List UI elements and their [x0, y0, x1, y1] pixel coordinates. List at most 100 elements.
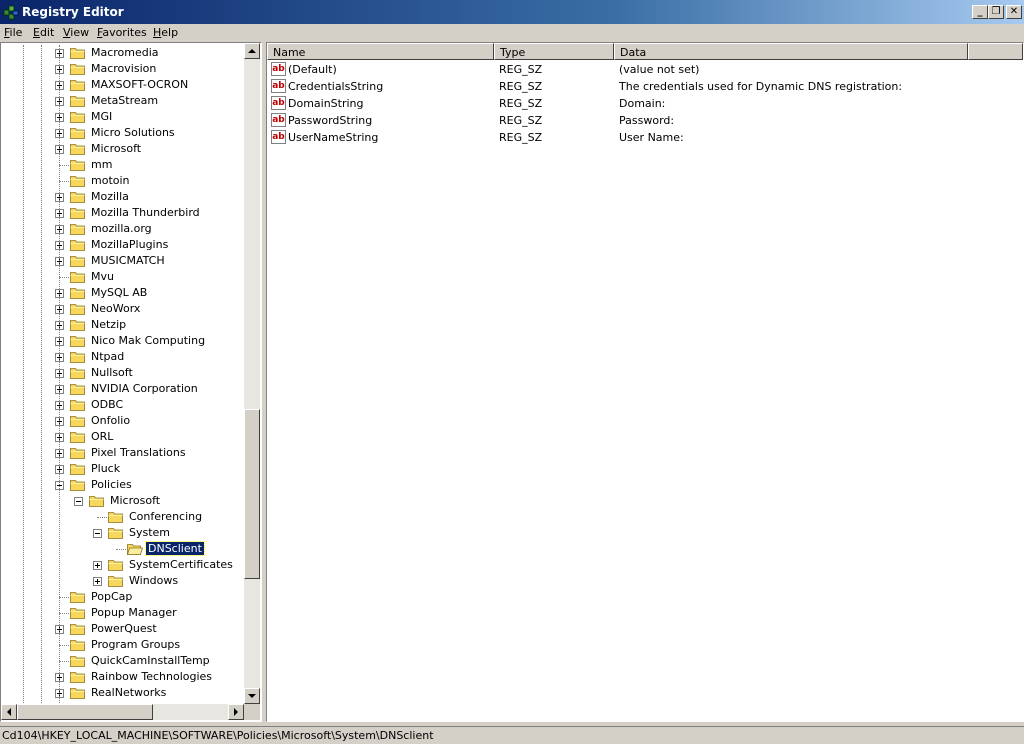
- tree-connector: [97, 517, 107, 519]
- tree-item-label: Macrovision: [91, 62, 157, 75]
- tree-item[interactable]: Nullsoft: [1, 365, 244, 381]
- expand-icon[interactable]: [93, 561, 102, 570]
- list-row[interactable]: ab (Default) REG_SZ (value not set): [267, 61, 1023, 78]
- tree-item[interactable]: Conferencing: [1, 509, 244, 525]
- tree-item[interactable]: Micro Solutions: [1, 125, 244, 141]
- folder-icon: [108, 528, 123, 539]
- tree-item[interactable]: Nico Mak Computing: [1, 333, 244, 349]
- tree-item[interactable]: mozilla.org: [1, 221, 244, 237]
- tree-item-label: Pluck: [91, 462, 121, 475]
- tree-item[interactable]: Macrovision: [1, 61, 244, 77]
- string-value-icon: ab: [271, 96, 286, 110]
- folder-icon: [70, 368, 85, 379]
- tree-item[interactable]: Microsoft: [1, 141, 244, 157]
- tree-item[interactable]: MGI: [1, 109, 244, 125]
- menu-edit[interactable]: Edit: [33, 26, 54, 39]
- restore-button[interactable]: ❐: [988, 5, 1004, 19]
- tree-item-label: Pixel Translations: [91, 446, 186, 459]
- folder-icon: [70, 416, 85, 427]
- tree-item[interactable]: MUSICMATCH: [1, 253, 244, 269]
- tree-item[interactable]: Onfolio: [1, 413, 244, 429]
- folder-icon: [70, 64, 85, 75]
- tree-item[interactable]: Ntpad: [1, 349, 244, 365]
- folder-icon: [70, 352, 85, 363]
- tree-item[interactable]: Mozilla Thunderbird: [1, 205, 244, 221]
- collapse-icon[interactable]: [93, 529, 102, 538]
- list-row[interactable]: ab DomainString REG_SZ Domain:: [267, 95, 1023, 112]
- collapse-icon[interactable]: [74, 497, 83, 506]
- column-header-data[interactable]: Data: [614, 43, 968, 60]
- scroll-up-button[interactable]: [244, 43, 260, 59]
- cell-data: The credentials used for Dynamic DNS reg…: [619, 80, 903, 93]
- cell-name: (Default): [288, 63, 337, 76]
- cell-name: UserNameString: [288, 131, 379, 144]
- tree-item[interactable]: MAXSOFT-OCRON: [1, 77, 244, 93]
- tree-item[interactable]: PowerQuest: [1, 621, 244, 637]
- folder-icon: [70, 112, 85, 123]
- arrow-left-icon: [7, 708, 11, 716]
- tree-item[interactable]: Pluck: [1, 461, 244, 477]
- folder-icon: [70, 480, 85, 491]
- tree-item[interactable]: PopCap: [1, 589, 244, 605]
- tree-item[interactable]: motoin: [1, 173, 244, 189]
- minimize-button[interactable]: _: [972, 5, 988, 19]
- folder-icon: [70, 176, 85, 187]
- tree-item[interactable]: MetaStream: [1, 93, 244, 109]
- list-row[interactable]: ab CredentialsString REG_SZ The credentials…: [267, 78, 1023, 95]
- folder-icon: [70, 96, 85, 107]
- folder-icon: [70, 384, 85, 395]
- menu-file[interactable]: File: [4, 26, 22, 39]
- tree-item[interactable]: Microsoft: [1, 493, 244, 509]
- registry-key-tree[interactable]: Macromedia Macrovision MAXSOFT-OCRON MetaSt…: [0, 42, 262, 722]
- tree-item-label: System: [129, 526, 171, 539]
- tree-item[interactable]: Mvu: [1, 269, 244, 285]
- tree-item[interactable]: SystemCertificates: [1, 557, 244, 573]
- close-button[interactable]: ✕: [1006, 5, 1022, 19]
- scroll-right-button[interactable]: [228, 704, 244, 720]
- tree-item-label: MetaStream: [91, 94, 159, 107]
- tree-item[interactable]: Pixel Translations: [1, 445, 244, 461]
- tree-item-label: Micro Solutions: [91, 126, 175, 139]
- tree-item[interactable]: NeoWorx: [1, 301, 244, 317]
- scroll-down-button[interactable]: [244, 688, 260, 704]
- column-header-type[interactable]: Type: [494, 43, 614, 60]
- list-row[interactable]: ab PasswordString REG_SZ Password:: [267, 112, 1023, 129]
- tree-item[interactable]: Macromedia: [1, 45, 244, 61]
- tree-item[interactable]: Netzip: [1, 317, 244, 333]
- menu-help[interactable]: Help: [153, 26, 178, 39]
- column-header-name[interactable]: Name: [267, 43, 494, 60]
- tree-horizontal-scrollbar[interactable]: [1, 704, 244, 720]
- menu-view[interactable]: View: [63, 26, 89, 39]
- folder-icon: [70, 448, 85, 459]
- cell-type: REG_SZ: [499, 97, 543, 110]
- tree-item[interactable]: Program Groups: [1, 637, 244, 653]
- tree-item[interactable]: DNSclient: [1, 541, 244, 557]
- tree-item[interactable]: Policies: [1, 477, 244, 493]
- expand-icon[interactable]: [93, 577, 102, 586]
- list-row[interactable]: ab UserNameString REG_SZ User Name:: [267, 129, 1023, 146]
- tree-item[interactable]: mm: [1, 157, 244, 173]
- tree-item[interactable]: Windows: [1, 573, 244, 589]
- menu-favorites[interactable]: Favorites: [97, 26, 147, 39]
- tree-item[interactable]: Popup Manager: [1, 605, 244, 621]
- tree-item[interactable]: QuickCamInstallTemp: [1, 653, 244, 669]
- tree-item[interactable]: Rainbow Technologies: [1, 669, 244, 685]
- tree-item[interactable]: System: [1, 525, 244, 541]
- cell-data: Password:: [619, 114, 675, 127]
- tree-vertical-scroll-thumb[interactable]: [244, 409, 260, 579]
- registry-values-list[interactable]: Name Type Data ab (Default) REG_SZ (value n…: [266, 42, 1024, 722]
- tree-item[interactable]: MySQL AB: [1, 285, 244, 301]
- tree-item-label: Macromedia: [91, 46, 159, 59]
- tree-item[interactable]: ORL: [1, 429, 244, 445]
- string-value-icon: ab: [271, 62, 286, 76]
- tree-item[interactable]: Mozilla: [1, 189, 244, 205]
- tree-item[interactable]: RealNetworks: [1, 685, 244, 701]
- tree-item[interactable]: ODBC: [1, 397, 244, 413]
- scroll-left-button[interactable]: [1, 704, 17, 720]
- tree-item[interactable]: NVIDIA Corporation: [1, 381, 244, 397]
- tree-vertical-scrollbar[interactable]: [244, 43, 260, 704]
- tree-guide-line: [41, 45, 43, 705]
- folder-icon: [89, 496, 104, 507]
- tree-item[interactable]: MozillaPlugins: [1, 237, 244, 253]
- tree-horizontal-scroll-thumb[interactable]: [17, 704, 153, 720]
